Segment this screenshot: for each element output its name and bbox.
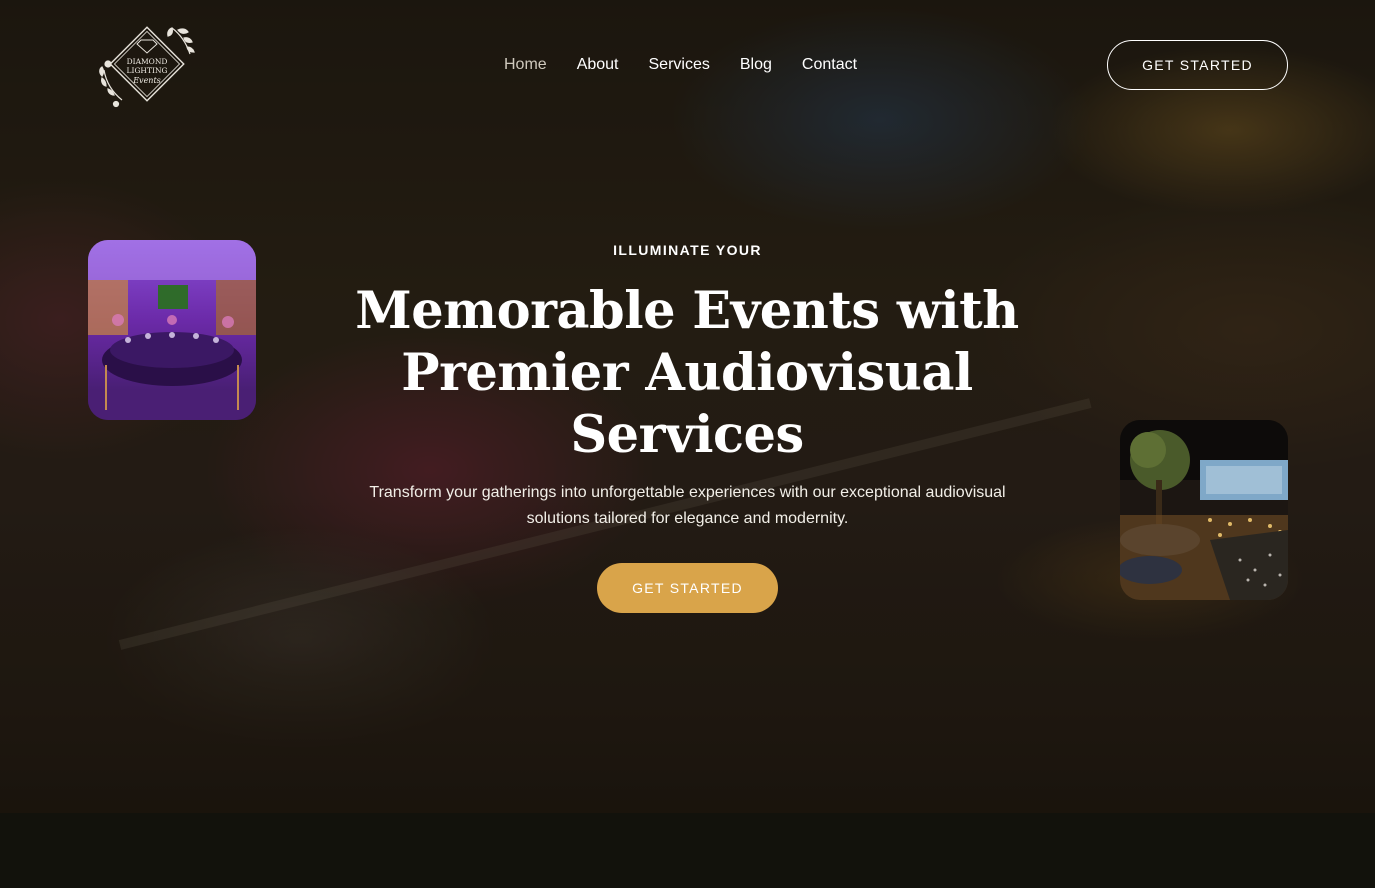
svg-text:Events: Events: [132, 76, 161, 85]
nav-blog[interactable]: Blog: [740, 56, 772, 74]
main-nav: Home About Services Blog Contact: [504, 56, 857, 74]
next-section-band: [0, 813, 1375, 888]
venue-photo-purple: [88, 240, 256, 420]
hero-subtitle-line-1: Transform your gatherings into unforgett…: [369, 484, 1006, 501]
hero-subtitle-line-2: solutions tailored for elegance and mode…: [526, 510, 849, 527]
nav-services[interactable]: Services: [649, 56, 710, 74]
hero-section: DIAMOND LIGHTING Events Home About Servi…: [0, 0, 1375, 813]
nav-home[interactable]: Home: [504, 56, 547, 74]
hero-headline-line-1: Memorable Events with: [355, 281, 1019, 341]
nav-contact[interactable]: Contact: [802, 56, 857, 74]
hero-get-started-button[interactable]: GET STARTED: [597, 563, 778, 613]
nav-about[interactable]: About: [577, 56, 619, 74]
hero-headline-line-2: Premier Audiovisual: [401, 343, 973, 403]
diamond-floral-logo-icon: DIAMOND LIGHTING Events: [99, 26, 195, 108]
hero-headline-line-3: Services: [570, 405, 804, 465]
hero-subtitle: Transform your gatherings into unforgett…: [330, 480, 1045, 532]
hero-headline: Memorable Events with Premier Audiovisua…: [337, 280, 1037, 466]
hero-eyebrow: ILLUMINATE YOUR: [613, 242, 762, 258]
venue-photo-screen: [1120, 420, 1288, 600]
svg-text:DIAMOND: DIAMOND: [127, 57, 168, 66]
svg-text:LIGHTING: LIGHTING: [127, 66, 168, 75]
header-get-started-button[interactable]: GET STARTED: [1107, 40, 1288, 90]
site-logo[interactable]: DIAMOND LIGHTING Events: [94, 20, 204, 110]
